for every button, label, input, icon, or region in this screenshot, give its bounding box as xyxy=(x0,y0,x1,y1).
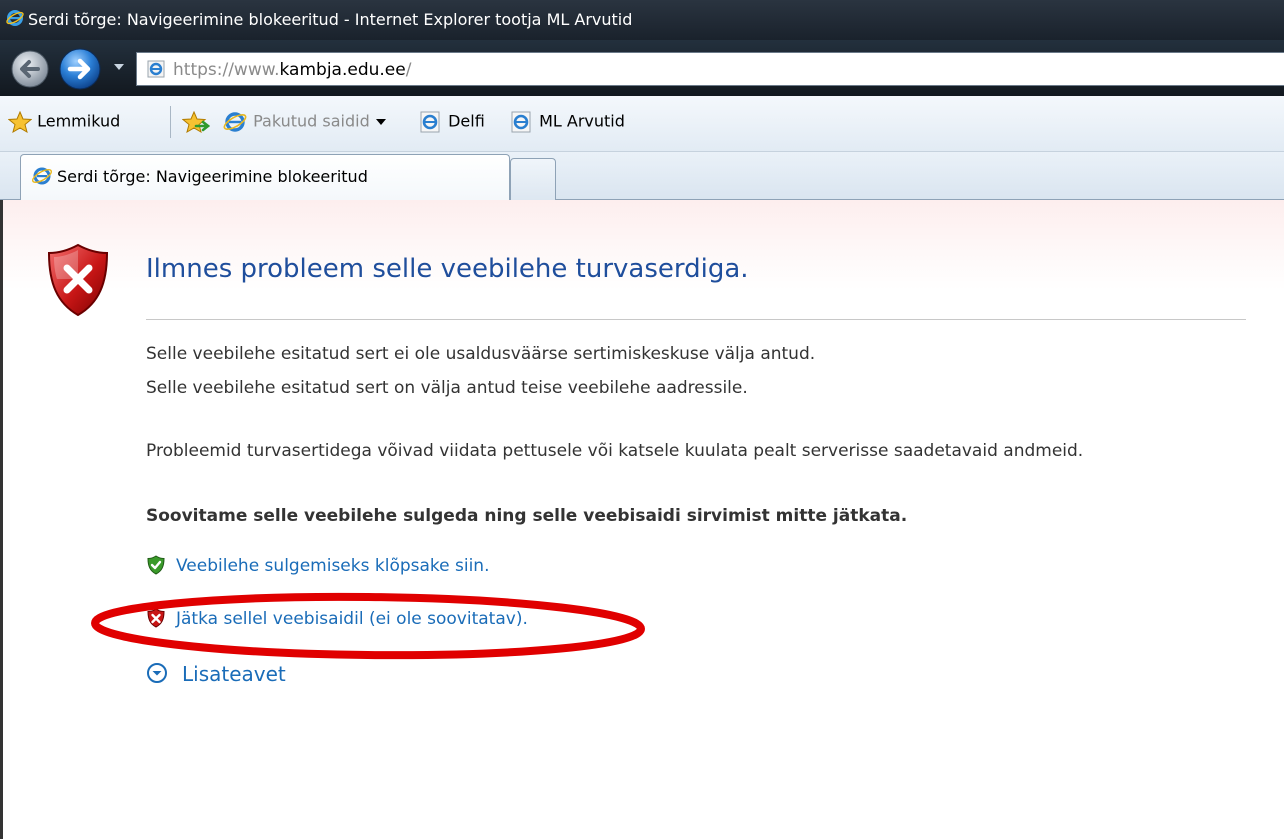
page-icon xyxy=(147,60,165,82)
page-content: Ilmnes probleem selle veebilehe turvaser… xyxy=(0,200,1284,839)
favorites-label: Lemmikud xyxy=(37,111,121,131)
close-page-link[interactable]: Veebilehe sulgemiseks klõpsake siin. xyxy=(146,555,490,576)
favorite-link-delfi[interactable]: Delfi xyxy=(417,111,485,133)
suggested-sites-label: Pakutud saidid xyxy=(253,111,370,131)
error-shield-icon xyxy=(45,243,111,321)
address-bar[interactable]: https://www.kambja.edu.ee/ xyxy=(136,52,1284,86)
history-dropdown-icon[interactable] xyxy=(114,64,124,70)
error-detail-2: Selle veebilehe esitatud sert on välja a… xyxy=(146,378,748,398)
favorite-link-ml-arvutid[interactable]: ML Arvutid xyxy=(508,111,625,133)
error-heading: Ilmnes probleem selle veebilehe turvaser… xyxy=(146,254,749,284)
add-favorite-star-icon xyxy=(181,110,211,134)
ie-logo-icon xyxy=(6,9,24,31)
divider xyxy=(146,319,1246,320)
star-icon xyxy=(7,110,33,134)
red-shield-x-icon xyxy=(147,608,165,628)
tab-bar: Serdi tõrge: Navigeerimine blokeeritud xyxy=(0,152,1284,200)
title-bar: Serdi tõrge: Navigeerimine blokeeritud -… xyxy=(0,0,1284,40)
url-text[interactable]: https://www.kambja.edu.ee/ xyxy=(173,60,411,80)
back-arrow-icon xyxy=(11,50,49,88)
continue-link-text[interactable]: Jätka sellel veebisaidil (ei ole soovita… xyxy=(176,609,528,629)
dropdown-arrow-icon xyxy=(375,119,386,125)
close-page-link-text[interactable]: Veebilehe sulgemiseks klõpsake siin. xyxy=(176,556,490,576)
favorites-bar: Lemmikud Pakutud saidid Delfi ML Arvutid xyxy=(0,96,1284,152)
more-information-label: Lisateavet xyxy=(182,662,286,686)
favorites-button[interactable]: Lemmikud xyxy=(7,110,121,134)
forward-arrow-icon xyxy=(59,48,101,90)
green-shield-check-icon xyxy=(147,555,165,575)
back-button[interactable] xyxy=(10,49,50,93)
recommendation-text: Soovitame selle veebilehe sulgeda ning s… xyxy=(146,506,908,526)
more-information-toggle[interactable]: Lisateavet xyxy=(146,662,286,686)
favorite-link-label: ML Arvutid xyxy=(539,111,625,131)
fraud-warning-text: Probleemid turvasertidega võivad viidata… xyxy=(146,441,1084,461)
tab-title: Serdi tõrge: Navigeerimine blokeeritud xyxy=(57,167,368,186)
tab-active[interactable]: Serdi tõrge: Navigeerimine blokeeritud xyxy=(20,154,510,200)
suggested-sites-button[interactable]: Pakutud saidid xyxy=(222,111,386,133)
page-icon xyxy=(511,111,531,133)
favorites-separator xyxy=(170,106,171,138)
ie-logo-icon xyxy=(31,166,53,190)
page-icon xyxy=(420,111,440,133)
error-detail-1: Selle veebilehe esitatud sert ei ole usa… xyxy=(146,344,816,364)
url-host: kambja.edu.ee xyxy=(279,60,406,80)
add-to-favorites-bar-button[interactable] xyxy=(181,110,211,134)
expand-chevron-icon xyxy=(147,663,167,683)
new-tab-button[interactable] xyxy=(510,158,556,200)
window-title: Serdi tõrge: Navigeerimine blokeeritud -… xyxy=(28,10,633,29)
navigation-bar: https://www.kambja.edu.ee/ xyxy=(0,40,1284,96)
favorite-link-label: Delfi xyxy=(448,111,485,131)
ie-logo-icon xyxy=(223,112,247,132)
continue-to-website-link[interactable]: Jätka sellel veebisaidil (ei ole soovita… xyxy=(146,608,528,629)
forward-button[interactable] xyxy=(58,48,102,95)
